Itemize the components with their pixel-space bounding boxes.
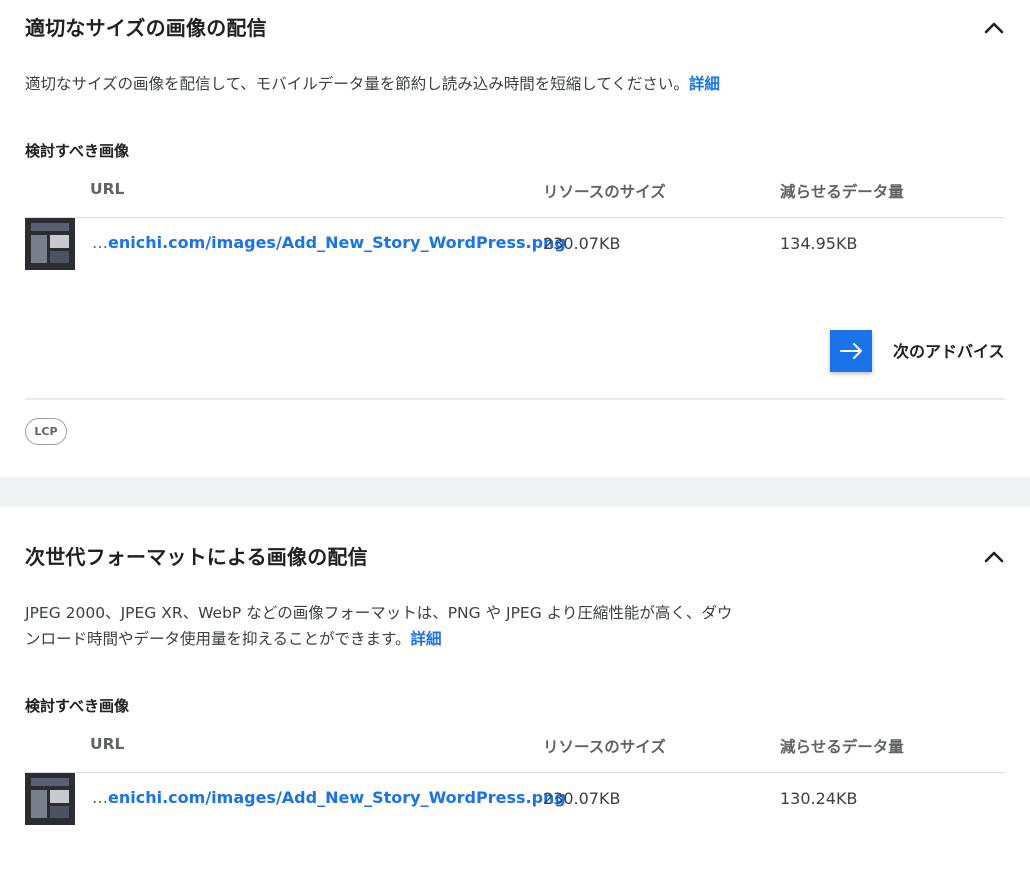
card-separator bbox=[0, 477, 1030, 507]
column-header-potential-savings: 減らせるデータ量 bbox=[780, 738, 904, 756]
section-description: 適切なサイズの画像を配信して、モバイルデータ量を節約し読み込み時間を短縮してくだ… bbox=[25, 71, 745, 97]
audit-card-next-gen-formats: 次世代フォーマットによる画像の配信 JPEG 2000、JPEG XR、WebP… bbox=[0, 507, 1030, 874]
metric-tag-lcp: LCP bbox=[25, 418, 67, 445]
image-thumbnail bbox=[25, 218, 75, 270]
image-thumbnail bbox=[25, 773, 75, 825]
next-advice-label[interactable]: 次のアドバイス bbox=[893, 338, 1005, 362]
arrow-right-icon bbox=[840, 343, 862, 359]
learn-more-link[interactable]: 詳細 bbox=[689, 75, 720, 93]
section-title: 次世代フォーマットによる画像の配信 bbox=[25, 545, 368, 569]
url-text[interactable]: enichi.com/images/Add_New_Story_WordPres… bbox=[108, 233, 566, 252]
resource-size-value: 230.07KB bbox=[543, 789, 621, 808]
table-header-divider bbox=[25, 772, 1005, 773]
section-description: JPEG 2000、JPEG XR、WebP などの画像フォーマットは、PNG … bbox=[25, 600, 745, 652]
url-ellipsis: … bbox=[92, 788, 108, 807]
column-header-url: URL bbox=[90, 180, 125, 198]
chevron-up-icon[interactable] bbox=[982, 545, 1006, 569]
column-header-resource-size: リソースのサイズ bbox=[543, 738, 666, 756]
audit-card-properly-size-images: 適切なサイズの画像の配信 適切なサイズの画像を配信して、モバイルデータ量を節約し… bbox=[0, 0, 1030, 477]
resource-url-link[interactable]: …enichi.com/images/Add_New_Story_WordPre… bbox=[92, 233, 566, 252]
resource-size-value: 230.07KB bbox=[543, 234, 621, 253]
description-text: 適切なサイズの画像を配信して、モバイルデータ量を節約し読み込み時間を短縮してくだ… bbox=[25, 75, 689, 93]
learn-more-link[interactable]: 詳細 bbox=[411, 630, 442, 648]
table-subheading: 検討すべき画像 bbox=[25, 697, 129, 715]
next-advice-button[interactable] bbox=[830, 330, 872, 372]
savings-value: 130.24KB bbox=[780, 789, 858, 808]
table-subheading: 検討すべき画像 bbox=[25, 142, 129, 160]
section-title: 適切なサイズの画像の配信 bbox=[25, 16, 267, 40]
url-ellipsis: … bbox=[92, 233, 108, 252]
description-text: JPEG 2000、JPEG XR、WebP などの画像フォーマットは、PNG … bbox=[25, 604, 733, 648]
section-divider bbox=[25, 398, 1005, 400]
savings-value: 134.95KB bbox=[780, 234, 858, 253]
url-text[interactable]: enichi.com/images/Add_New_Story_WordPres… bbox=[108, 788, 566, 807]
table-header-divider bbox=[25, 217, 1005, 218]
column-header-url: URL bbox=[90, 735, 125, 753]
resource-url-link[interactable]: …enichi.com/images/Add_New_Story_WordPre… bbox=[92, 788, 566, 807]
column-header-potential-savings: 減らせるデータ量 bbox=[780, 183, 904, 201]
chevron-up-icon[interactable] bbox=[982, 16, 1006, 40]
column-header-resource-size: リソースのサイズ bbox=[543, 183, 666, 201]
